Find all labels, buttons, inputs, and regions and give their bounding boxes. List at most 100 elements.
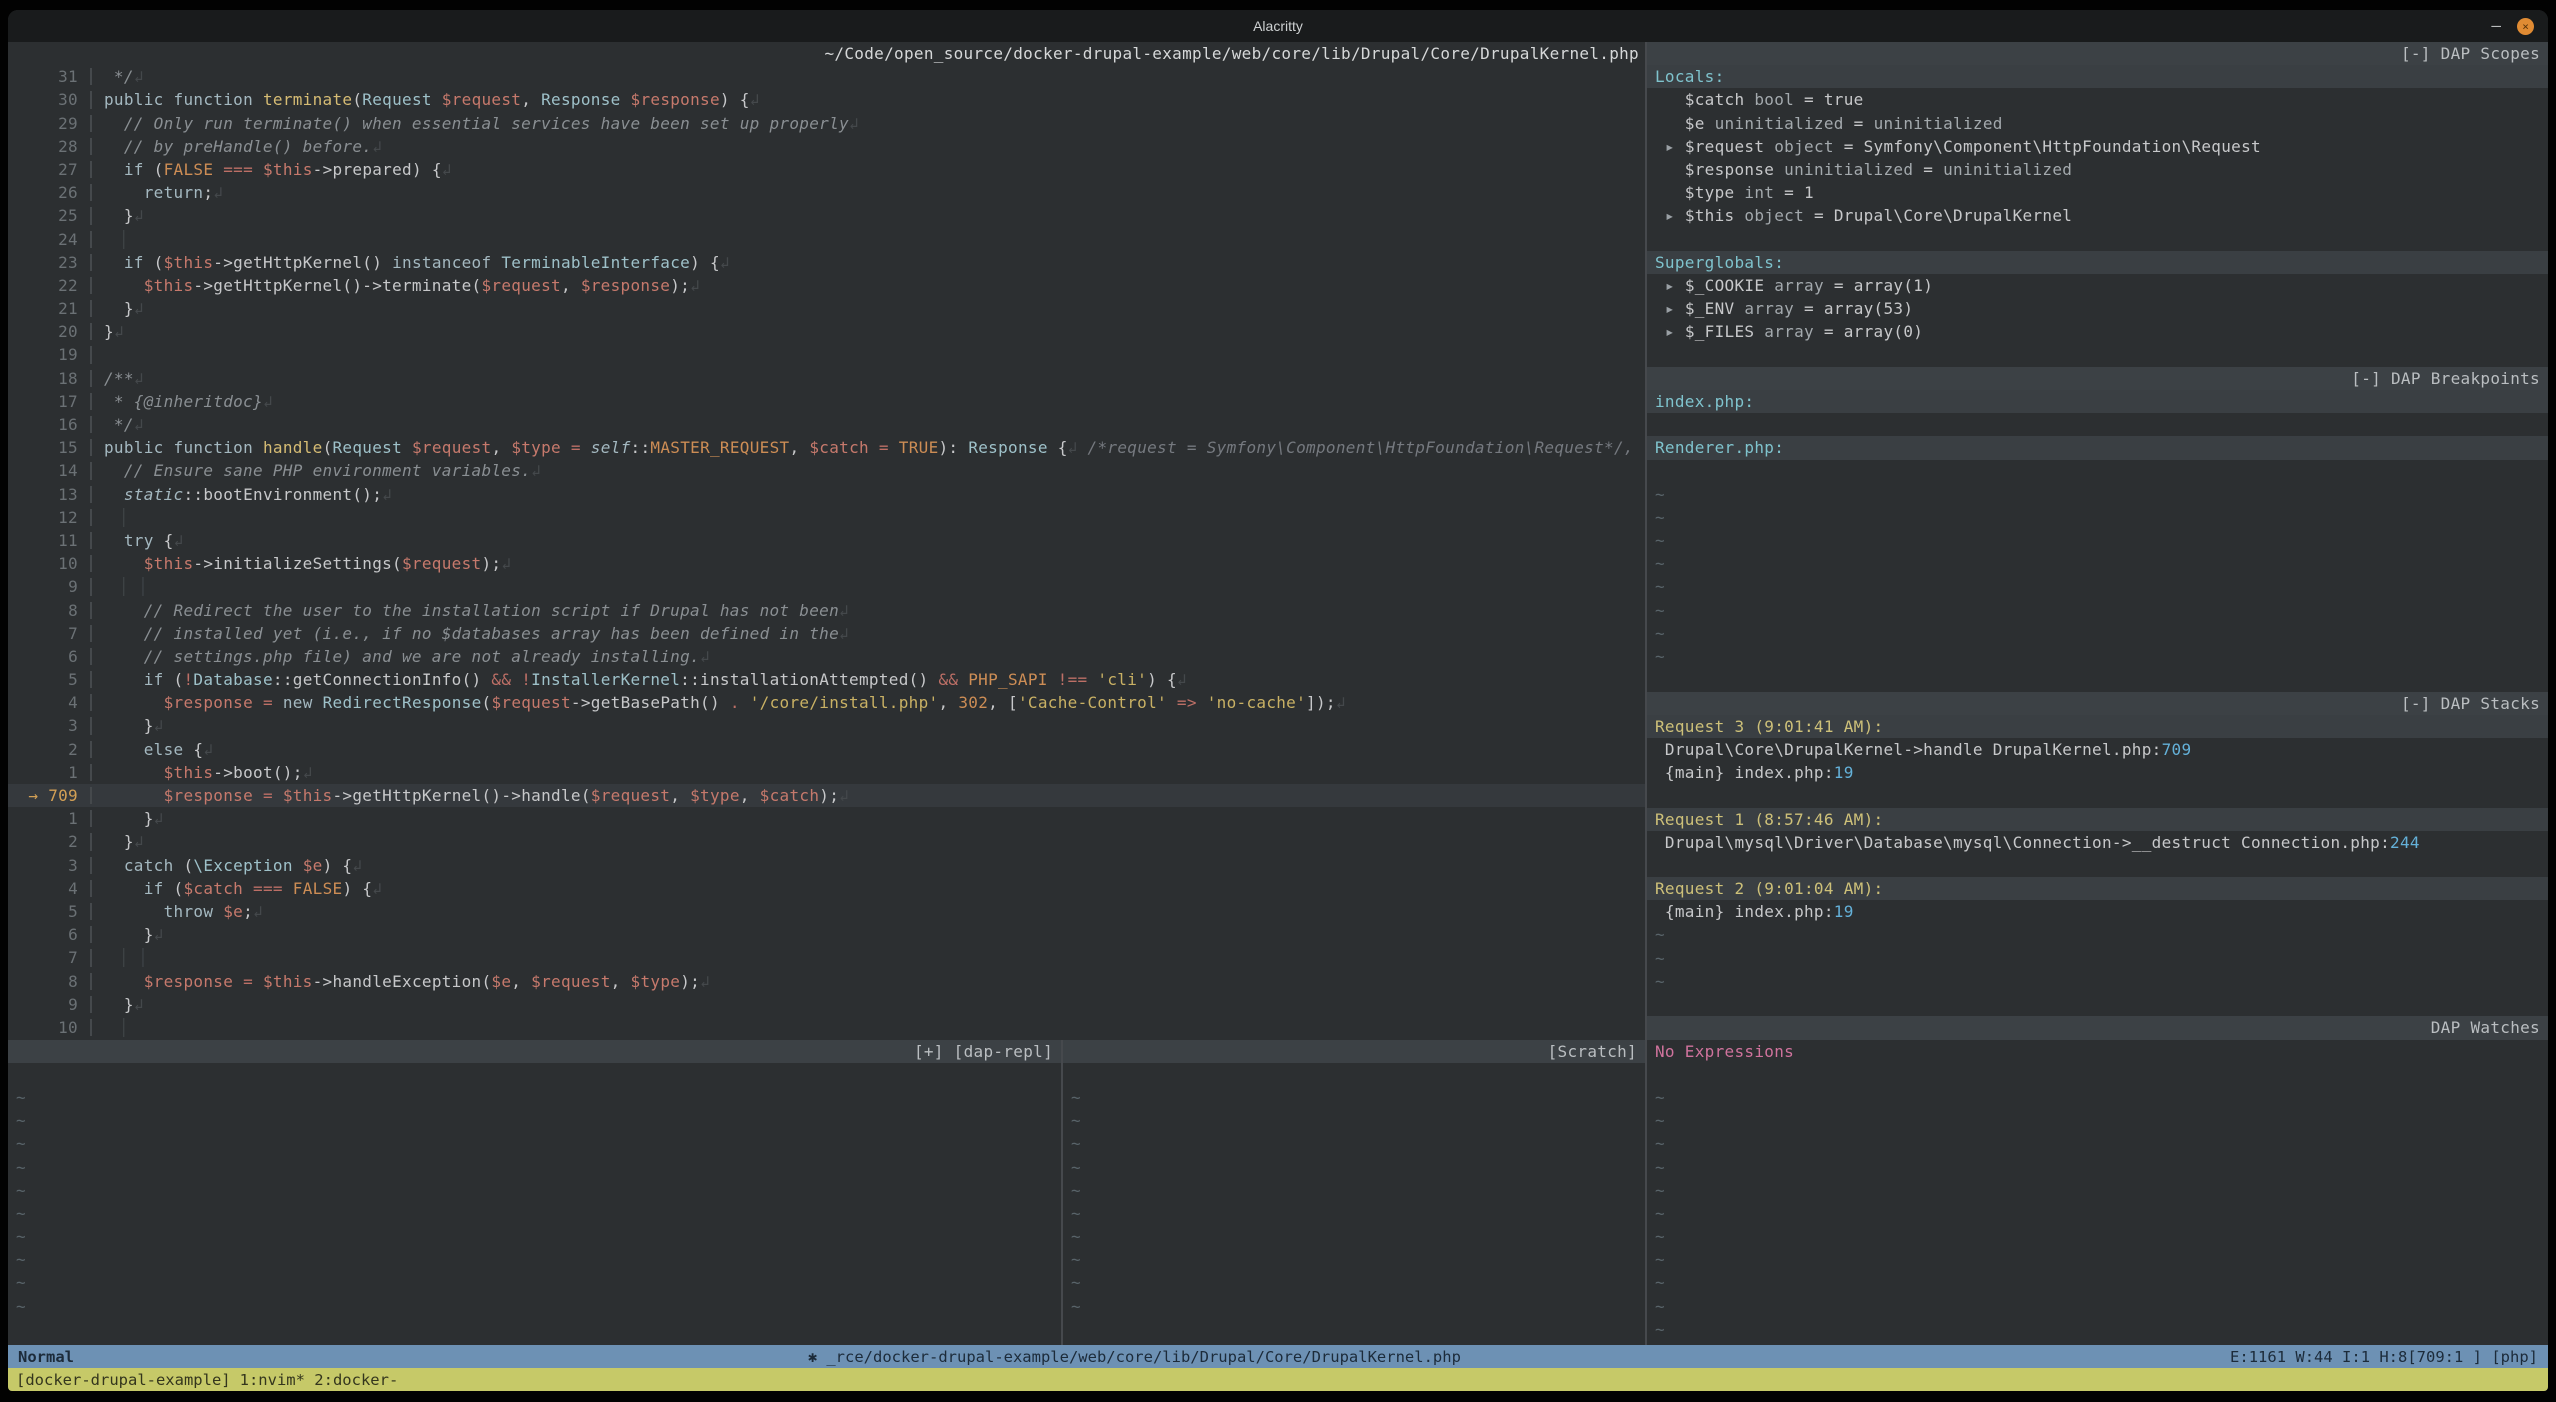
code-line[interactable]: 26 return;↲ <box>8 181 1645 204</box>
filler-line: ~ <box>1647 506 2548 529</box>
code-line[interactable]: 4 $response = new RedirectResponse($requ… <box>8 691 1645 714</box>
dap-stacks-header[interactable]: [-] DAP Stacks <box>1647 692 2548 715</box>
blank-line <box>1647 668 2548 691</box>
scratch-header[interactable]: [Scratch] <box>1063 1040 1645 1063</box>
indent-guide-icon: ▏ <box>143 575 153 598</box>
minimize-button[interactable]: – <box>2491 18 2501 34</box>
code-line[interactable]: 2 }↲ <box>8 830 1645 853</box>
code-line-current[interactable]: → 709 $response = $this->getHttpKernel()… <box>8 784 1645 807</box>
eol-marker-icon: ↲ <box>849 114 859 133</box>
code-line[interactable]: 31 */↲ <box>8 65 1645 88</box>
code-line[interactable]: 1 $this->boot();↲ <box>8 761 1645 784</box>
code-line[interactable]: 29 // Only run terminate() when essentia… <box>8 112 1645 135</box>
eol-marker-icon: ↲ <box>690 276 700 295</box>
code-line[interactable]: 7 // installed yet (i.e., if no $databas… <box>8 622 1645 645</box>
panel-row[interactable]: ▸ $_FILES array = array(0) <box>1647 320 2548 343</box>
code-line[interactable]: 22 $this->getHttpKernel()->terminate($re… <box>8 274 1645 297</box>
eol-marker-icon: ↲ <box>700 647 710 666</box>
code-line[interactable]: 11 try {↲ <box>8 529 1645 552</box>
tmux-statusbar: [docker-drupal-example] 1:nvim* 2:docker… <box>8 1368 2548 1391</box>
alacritty-window: Alacritty – × ~/Code/open_source/docker-… <box>8 10 2548 1391</box>
code-line[interactable]: 3 catch (\Exception $e) {↲ <box>8 854 1645 877</box>
gutter-separator <box>78 204 104 227</box>
code-line[interactable]: 28 // by preHandle() before.↲ <box>8 135 1645 158</box>
code-editor[interactable]: 31 */↲30public function terminate(Reques… <box>8 65 1645 1039</box>
code-line[interactable]: 20}↲ <box>8 320 1645 343</box>
code-line[interactable]: 5 throw $e;↲ <box>8 900 1645 923</box>
line-number: 4 <box>16 877 78 900</box>
tilde-marker: ~ <box>1655 577 1665 596</box>
tilde-marker: ~ <box>16 1297 26 1316</box>
filler-line: ~ <box>1647 1132 2548 1155</box>
terminal-content: ~/Code/open_source/docker-drupal-example… <box>8 42 2548 1345</box>
tmux-session-name: [docker-drupal-example] <box>16 1371 231 1389</box>
panel-row[interactable]: {main} index.php:19 <box>1647 761 2548 784</box>
scratch-body[interactable]: ~~~~~~~~~~ <box>1063 1063 1645 1345</box>
code-text: */↲ <box>104 413 1645 436</box>
code-line[interactable]: 17 * {@inheritdoc}↲ <box>8 390 1645 413</box>
dap-breakpoints-header[interactable]: [-] DAP Breakpoints <box>1647 367 2548 390</box>
dap-breakpoints-body: index.php:Renderer.php:~~~~~~~~ <box>1647 390 2548 691</box>
tilde-marker: ~ <box>1655 1158 1665 1177</box>
code-line[interactable]: 18/**↲ <box>8 367 1645 390</box>
code-line[interactable]: 15public function handle(Request $reques… <box>8 436 1645 459</box>
tilde-marker: ~ <box>1071 1250 1081 1269</box>
gutter-separator <box>78 714 104 737</box>
code-line[interactable]: 23 if ($this->getHttpKernel() instanceof… <box>8 251 1645 274</box>
gutter-separator <box>78 993 104 1016</box>
dap-scopes-header[interactable]: [-] DAP Scopes <box>1647 42 2548 65</box>
panel-row[interactable]: ▸ $_ENV array = array(53) <box>1647 297 2548 320</box>
dap-repl-body[interactable]: ~~~~~~~~~~ <box>8 1063 1061 1345</box>
gutter-separator <box>78 413 104 436</box>
code-line[interactable]: 14 // Ensure sane PHP environment variab… <box>8 459 1645 482</box>
code-text: }↲ <box>104 297 1645 320</box>
code-line[interactable]: 30public function terminate(Request $req… <box>8 88 1645 111</box>
close-button[interactable]: × <box>2517 18 2534 35</box>
code-line[interactable]: 16 */↲ <box>8 413 1645 436</box>
code-line[interactable]: 27 if (FALSE === $this->prepared) {↲ <box>8 158 1645 181</box>
code-line[interactable]: 9▏▏ <box>8 575 1645 598</box>
panel-row[interactable]: {main} index.php:19 <box>1647 900 2548 923</box>
dap-watches-header[interactable]: DAP Watches <box>1647 1016 2548 1039</box>
eol-marker-icon: ↲ <box>134 995 144 1014</box>
eol-marker-icon: ↲ <box>382 485 392 504</box>
eol-marker-icon: ↲ <box>531 461 541 480</box>
titlebar[interactable]: Alacritty – × <box>8 10 2548 42</box>
code-line[interactable]: 6 }↲ <box>8 923 1645 946</box>
line-number: 27 <box>16 158 78 181</box>
dap-repl-header[interactable]: [+] [dap-repl] <box>8 1040 1061 1063</box>
blank-line <box>1647 854 2548 877</box>
code-line[interactable]: 10▏ <box>8 1016 1645 1039</box>
code-text: if ($catch === FALSE) {↲ <box>104 877 1645 900</box>
gutter-separator <box>78 900 104 923</box>
code-line[interactable]: 2 else {↲ <box>8 738 1645 761</box>
code-line[interactable]: 25 }↲ <box>8 204 1645 227</box>
code-line[interactable]: 8 // Redirect the user to the installati… <box>8 599 1645 622</box>
gutter-separator <box>78 645 104 668</box>
panel-row[interactable]: ▸ $request object = Symfony\Component\Ht… <box>1647 135 2548 158</box>
panel-row[interactable]: Drupal\Core\DrupalKernel->handle DrupalK… <box>1647 738 2548 761</box>
filler-line: ~ <box>1063 1156 1645 1179</box>
code-line[interactable]: 8 $response = $this->handleException($e,… <box>8 970 1645 993</box>
code-line[interactable]: 6 // settings.php file) and we are not a… <box>8 645 1645 668</box>
eol-marker-icon: ↲ <box>134 67 144 86</box>
code-line[interactable]: 19 <box>8 343 1645 366</box>
code-line[interactable]: 1 }↲ <box>8 807 1645 830</box>
line-number: 24 <box>16 228 78 251</box>
code-line[interactable]: 9 }↲ <box>8 993 1645 1016</box>
code-line[interactable]: 13 static::bootEnvironment();↲ <box>8 483 1645 506</box>
vim-mode-indicator: Normal <box>8 1348 84 1366</box>
code-line[interactable]: 10 $this->initializeSettings($request);↲ <box>8 552 1645 575</box>
code-line[interactable]: 12▏ <box>8 506 1645 529</box>
panel-row[interactable]: ▸ $this object = Drupal\Core\DrupalKerne… <box>1647 204 2548 227</box>
panel-row[interactable]: ▸ $_COOKIE array = array(1) <box>1647 274 2548 297</box>
gutter-separator <box>78 946 104 969</box>
code-line[interactable]: 3 }↲ <box>8 714 1645 737</box>
code-line[interactable]: 4 if ($catch === FALSE) {↲ <box>8 877 1645 900</box>
code-line[interactable]: 24▏ <box>8 228 1645 251</box>
code-line[interactable]: 5 if (!Database::getConnectionInfo() && … <box>8 668 1645 691</box>
code-line[interactable]: 21 }↲ <box>8 297 1645 320</box>
tmux-window-list[interactable]: 1:nvim* 2:docker- <box>240 1371 399 1389</box>
code-line[interactable]: 7▏▏ <box>8 946 1645 969</box>
panel-row[interactable]: Drupal\mysql\Driver\Database\mysql\Conne… <box>1647 831 2548 854</box>
